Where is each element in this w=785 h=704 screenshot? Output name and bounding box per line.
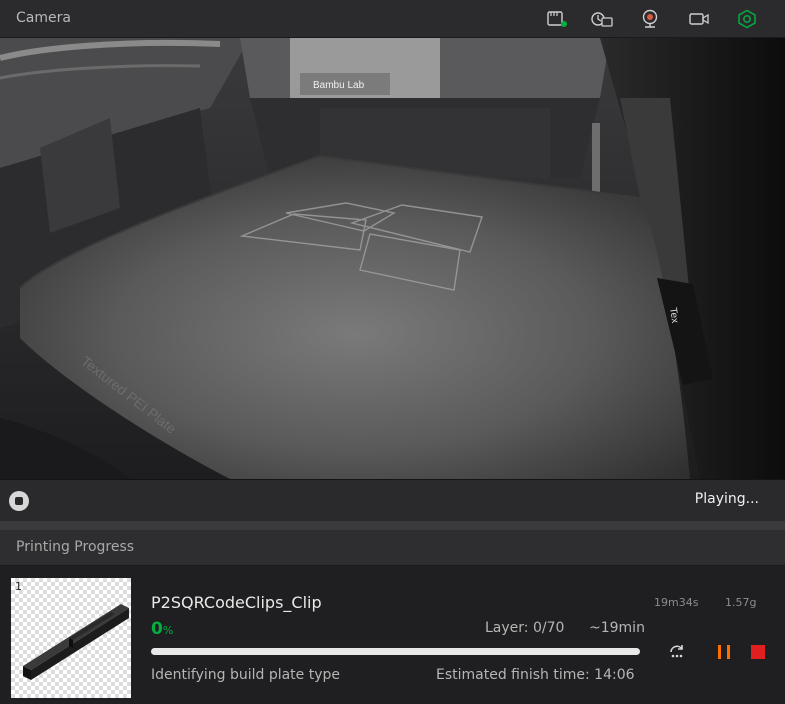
- estimated-finish: Estimated finish time: 14:06: [436, 667, 635, 683]
- time-remaining: ~19min: [589, 620, 645, 636]
- webcam-icon[interactable]: [638, 9, 662, 29]
- clip-brand-label: Tex: [667, 307, 680, 324]
- print-job-panel: 1 P2SQRCodeClips_Clip 19m34s 1.57g 0% La…: [0, 566, 785, 704]
- progress-header: Printing Progress: [0, 530, 785, 566]
- playback-status: Playing...: [694, 491, 759, 507]
- job-duration: 19m34s: [654, 596, 699, 609]
- pause-icon[interactable]: [715, 643, 733, 661]
- progress-percent-unit: %: [162, 624, 174, 637]
- stop-print-icon[interactable]: [749, 643, 767, 661]
- camera-title: Camera: [16, 10, 71, 26]
- progress-title: Printing Progress: [16, 539, 135, 555]
- progress-percent-value: 0: [151, 619, 163, 639]
- video-record-icon[interactable]: [687, 9, 711, 29]
- layer-count: Layer: 0/70: [485, 620, 565, 636]
- section-divider: [0, 521, 785, 530]
- stop-icon[interactable]: [9, 491, 29, 511]
- hex-settings-icon[interactable]: [735, 9, 759, 29]
- job-weight: 1.57g: [725, 596, 757, 609]
- camera-header: Camera: [0, 0, 785, 38]
- progress-percent: 0%: [151, 619, 173, 639]
- skip-objects-icon[interactable]: [668, 643, 686, 661]
- camera-footer: Playing...: [0, 479, 785, 521]
- job-name: P2SQRCodeClips_Clip: [151, 593, 322, 612]
- print-stage: Identifying build plate type: [151, 667, 341, 683]
- sd-card-icon[interactable]: [545, 9, 569, 29]
- plate-thumbnail: 1: [11, 578, 131, 698]
- camera-feed[interactable]: Bambu Lab Textured PEI Plate Tex: [0, 38, 785, 479]
- printer-brand-label: Bambu Lab: [313, 80, 365, 91]
- progress-bar: [151, 648, 640, 655]
- timelapse-icon[interactable]: [590, 9, 614, 29]
- model-preview-icon: [23, 604, 129, 680]
